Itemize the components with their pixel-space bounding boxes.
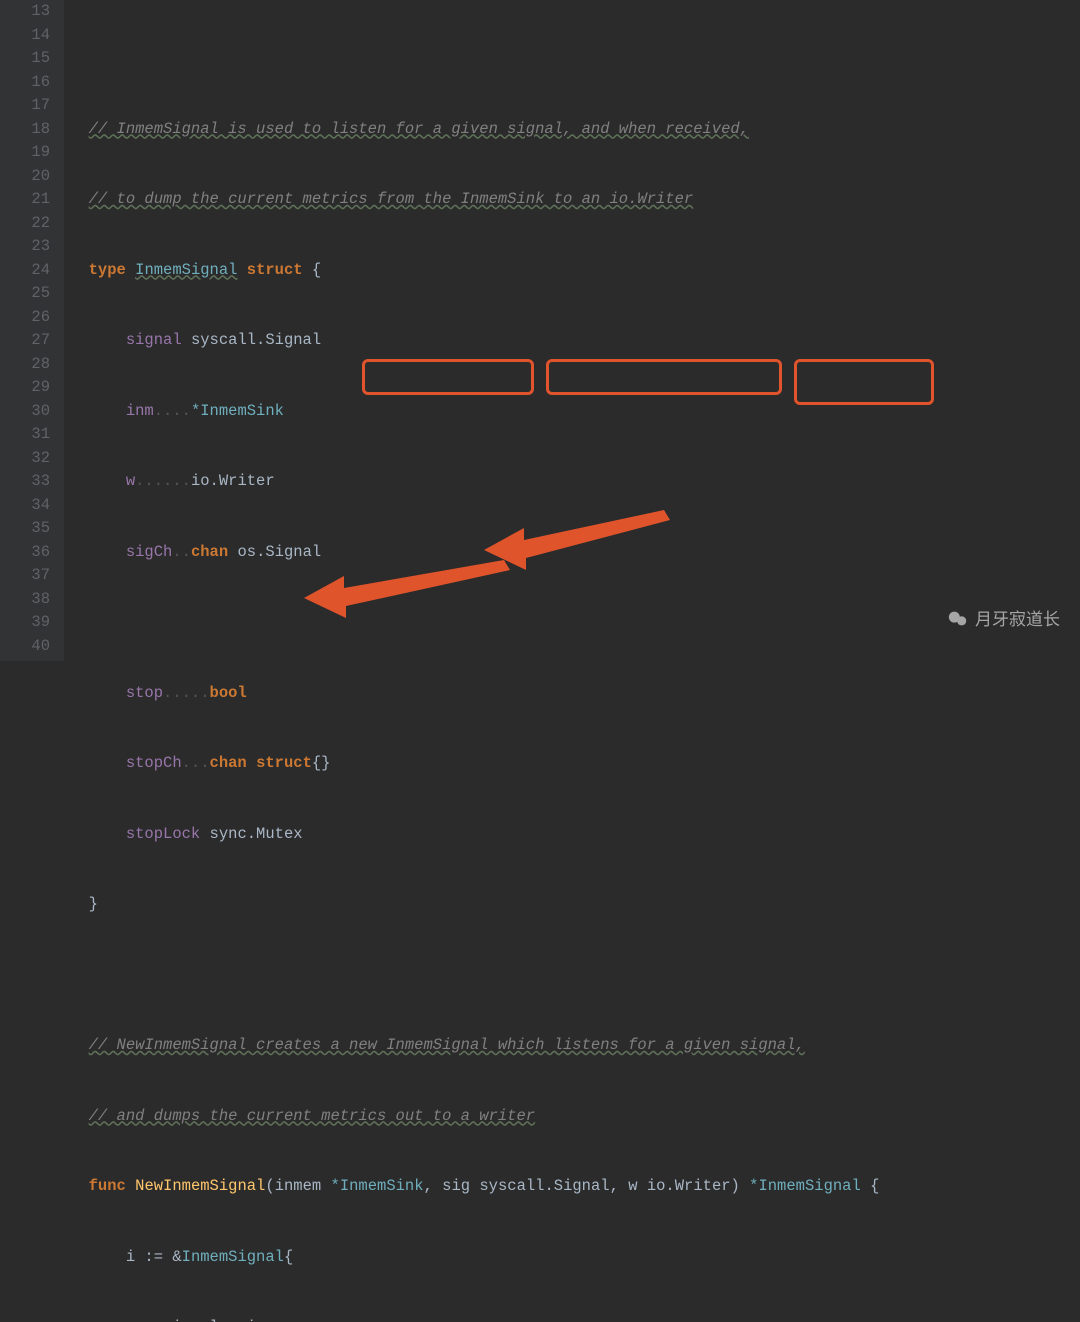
code-line: } <box>70 893 1080 917</box>
line-number: 24 <box>10 259 50 283</box>
line-number: 31 <box>10 423 50 447</box>
line-number: 18 <box>10 118 50 142</box>
code-editor: 1314151617181920212223242526272829303132… <box>0 0 1080 661</box>
line-number: 38 <box>10 588 50 612</box>
code-line: // and dumps the current metrics out to … <box>70 1105 1080 1129</box>
watermark: 月牙寂道长 <box>947 608 1060 632</box>
line-number: 22 <box>10 212 50 236</box>
highlight-box <box>362 359 534 395</box>
line-number: 17 <box>10 94 50 118</box>
watermark-text: 月牙寂道长 <box>975 608 1060 632</box>
line-number: 33 <box>10 470 50 494</box>
code-line: signal: sig, <box>70 1316 1080 1322</box>
line-number: 15 <box>10 47 50 71</box>
code-line <box>70 47 1080 71</box>
code-line: stop.....bool <box>70 682 1080 706</box>
code-line: // InmemSignal is used to listen for a g… <box>70 118 1080 142</box>
line-number: 25 <box>10 282 50 306</box>
code-line: w......io.Writer <box>70 470 1080 494</box>
line-number: 30 <box>10 400 50 424</box>
line-number-gutter: 1314151617181920212223242526272829303132… <box>0 0 64 661</box>
code-line <box>70 611 1080 635</box>
highlight-box <box>794 359 934 405</box>
line-number: 40 <box>10 635 50 659</box>
code-line: i := &InmemSignal{ <box>70 1246 1080 1270</box>
line-number: 35 <box>10 517 50 541</box>
line-number: 28 <box>10 353 50 377</box>
line-number: 34 <box>10 494 50 518</box>
code-line: stopCh...chan struct{} <box>70 752 1080 776</box>
wechat-icon <box>947 608 969 630</box>
code-line <box>70 964 1080 988</box>
code-line: // to dump the current metrics from the … <box>70 188 1080 212</box>
highlight-box <box>546 359 782 395</box>
code-line: sigCh..chan os.Signal <box>70 541 1080 565</box>
line-number: 37 <box>10 564 50 588</box>
line-number: 21 <box>10 188 50 212</box>
code-line: func NewInmemSignal(inmem *InmemSink, si… <box>70 1175 1080 1199</box>
line-number: 16 <box>10 71 50 95</box>
line-number: 14 <box>10 24 50 48</box>
line-number: 29 <box>10 376 50 400</box>
code-line: stopLock sync.Mutex <box>70 823 1080 847</box>
line-number: 26 <box>10 306 50 330</box>
line-number: 36 <box>10 541 50 565</box>
code-line: inm....*InmemSink <box>70 400 1080 424</box>
line-number: 20 <box>10 165 50 189</box>
line-number: 39 <box>10 611 50 635</box>
line-number: 23 <box>10 235 50 259</box>
code-line: type InmemSignal struct { <box>70 259 1080 283</box>
line-number: 27 <box>10 329 50 353</box>
code-area: // InmemSignal is used to listen for a g… <box>64 0 1080 661</box>
line-number: 13 <box>10 0 50 24</box>
line-number: 19 <box>10 141 50 165</box>
line-number: 32 <box>10 447 50 471</box>
code-line: signal syscall.Signal <box>70 329 1080 353</box>
code-line: // NewInmemSignal creates a new InmemSig… <box>70 1034 1080 1058</box>
